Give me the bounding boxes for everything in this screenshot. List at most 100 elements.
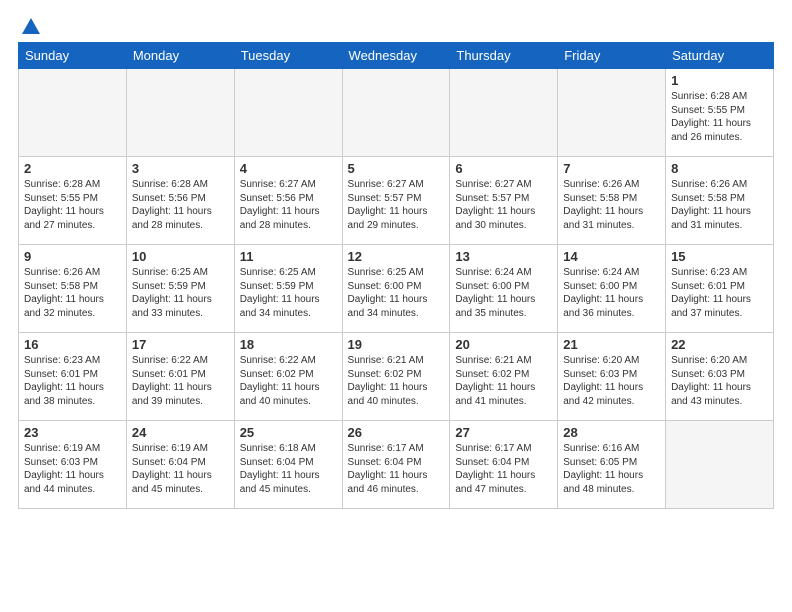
day-number: 14 bbox=[563, 249, 660, 264]
weekday-header-row: SundayMondayTuesdayWednesdayThursdayFrid… bbox=[19, 43, 774, 69]
week-row-0: 1Sunrise: 6:28 AMSunset: 5:55 PMDaylight… bbox=[19, 69, 774, 157]
day-number: 1 bbox=[671, 73, 768, 88]
day-info: Sunrise: 6:17 AMSunset: 6:04 PMDaylight:… bbox=[348, 442, 445, 496]
day-info: Sunrise: 6:25 AMSunset: 6:00 PMDaylight:… bbox=[348, 266, 445, 320]
day-number: 23 bbox=[24, 425, 121, 440]
day-info: Sunrise: 6:26 AMSunset: 5:58 PMDaylight:… bbox=[24, 266, 121, 320]
day-number: 9 bbox=[24, 249, 121, 264]
day-number: 8 bbox=[671, 161, 768, 176]
calendar-cell: 8Sunrise: 6:26 AMSunset: 5:58 PMDaylight… bbox=[666, 157, 774, 245]
calendar-cell: 24 Sunrise: 6:19 AMSunset: 6:04 PMDayligh… bbox=[126, 421, 234, 509]
calendar-cell: 23Sunrise: 6:19 AMSunset: 6:03 PMDayligh… bbox=[19, 421, 127, 509]
calendar-cell bbox=[666, 421, 774, 509]
calendar-cell: 11 Sunrise: 6:25 AMSunset: 5:59 PMDayligh… bbox=[234, 245, 342, 333]
day-info: Sunrise: 6:27 AMSunset: 5:57 PMDaylight:… bbox=[348, 178, 445, 232]
day-number: 28 bbox=[563, 425, 660, 440]
calendar-cell: 7 Sunrise: 6:26 AMSunset: 5:58 PMDaylight… bbox=[558, 157, 666, 245]
day-number: 10 bbox=[132, 249, 229, 264]
day-info: Sunrise: 6:17 AMSunset: 6:04 PMDaylight:… bbox=[455, 442, 552, 496]
day-number: 11 bbox=[240, 249, 337, 264]
calendar-cell: 12 Sunrise: 6:25 AMSunset: 6:00 PMDayligh… bbox=[342, 245, 450, 333]
day-number: 17 bbox=[132, 337, 229, 352]
weekday-header-wednesday: Wednesday bbox=[342, 43, 450, 69]
week-row-2: 9 Sunrise: 6:26 AMSunset: 5:58 PMDaylight… bbox=[19, 245, 774, 333]
week-row-1: 2Sunrise: 6:28 AMSunset: 5:55 PMDaylight… bbox=[19, 157, 774, 245]
calendar-cell: 5 Sunrise: 6:27 AMSunset: 5:57 PMDaylight… bbox=[342, 157, 450, 245]
page: SundayMondayTuesdayWednesdayThursdayFrid… bbox=[0, 0, 792, 612]
day-number: 7 bbox=[563, 161, 660, 176]
day-number: 15 bbox=[671, 249, 768, 264]
day-info: Sunrise: 6:19 AMSunset: 6:04 PMDaylight:… bbox=[132, 442, 229, 496]
day-number: 16 bbox=[24, 337, 121, 352]
calendar-cell: 9 Sunrise: 6:26 AMSunset: 5:58 PMDaylight… bbox=[19, 245, 127, 333]
day-number: 26 bbox=[348, 425, 445, 440]
day-info: Sunrise: 6:24 AMSunset: 6:00 PMDaylight:… bbox=[563, 266, 660, 320]
day-number: 6 bbox=[455, 161, 552, 176]
day-number: 5 bbox=[348, 161, 445, 176]
calendar-cell: 19 Sunrise: 6:21 AMSunset: 6:02 PMDayligh… bbox=[342, 333, 450, 421]
day-info: Sunrise: 6:27 AMSunset: 5:56 PMDaylight:… bbox=[240, 178, 337, 232]
day-number: 21 bbox=[563, 337, 660, 352]
day-info: Sunrise: 6:26 AMSunset: 5:58 PMDaylight:… bbox=[563, 178, 660, 232]
day-info: Sunrise: 6:28 AMSunset: 5:56 PMDaylight:… bbox=[132, 178, 229, 232]
day-number: 27 bbox=[455, 425, 552, 440]
calendar-cell: 28 Sunrise: 6:16 AMSunset: 6:05 PMDayligh… bbox=[558, 421, 666, 509]
calendar-cell: 18Sunrise: 6:22 AMSunset: 6:02 PMDayligh… bbox=[234, 333, 342, 421]
day-number: 24 bbox=[132, 425, 229, 440]
day-number: 20 bbox=[455, 337, 552, 352]
calendar-cell: 4 Sunrise: 6:27 AMSunset: 5:56 PMDaylight… bbox=[234, 157, 342, 245]
weekday-header-monday: Monday bbox=[126, 43, 234, 69]
day-number: 22 bbox=[671, 337, 768, 352]
day-number: 25 bbox=[240, 425, 337, 440]
day-number: 3 bbox=[132, 161, 229, 176]
day-info: Sunrise: 6:21 AMSunset: 6:02 PMDaylight:… bbox=[348, 354, 445, 408]
week-row-3: 16 Sunrise: 6:23 AMSunset: 6:01 PMDayligh… bbox=[19, 333, 774, 421]
calendar-cell bbox=[558, 69, 666, 157]
day-number: 12 bbox=[348, 249, 445, 264]
day-info: Sunrise: 6:28 AMSunset: 5:55 PMDaylight:… bbox=[24, 178, 121, 232]
weekday-header-tuesday: Tuesday bbox=[234, 43, 342, 69]
day-info: Sunrise: 6:22 AMSunset: 6:02 PMDaylight:… bbox=[240, 354, 337, 408]
calendar-cell: 6 Sunrise: 6:27 AMSunset: 5:57 PMDaylight… bbox=[450, 157, 558, 245]
day-info: Sunrise: 6:18 AMSunset: 6:04 PMDaylight:… bbox=[240, 442, 337, 496]
calendar-cell: 27 Sunrise: 6:17 AMSunset: 6:04 PMDayligh… bbox=[450, 421, 558, 509]
logo bbox=[18, 16, 42, 34]
calendar-cell: 14 Sunrise: 6:24 AMSunset: 6:00 PMDayligh… bbox=[558, 245, 666, 333]
day-info: Sunrise: 6:24 AMSunset: 6:00 PMDaylight:… bbox=[455, 266, 552, 320]
weekday-header-sunday: Sunday bbox=[19, 43, 127, 69]
header bbox=[18, 16, 774, 34]
weekday-header-saturday: Saturday bbox=[666, 43, 774, 69]
day-number: 13 bbox=[455, 249, 552, 264]
calendar-cell: 22 Sunrise: 6:20 AMSunset: 6:03 PMDayligh… bbox=[666, 333, 774, 421]
calendar-cell: 3 Sunrise: 6:28 AMSunset: 5:56 PMDaylight… bbox=[126, 157, 234, 245]
calendar-cell: 2Sunrise: 6:28 AMSunset: 5:55 PMDaylight… bbox=[19, 157, 127, 245]
day-info: Sunrise: 6:23 AMSunset: 6:01 PMDaylight:… bbox=[671, 266, 768, 320]
weekday-header-friday: Friday bbox=[558, 43, 666, 69]
calendar-cell: 1Sunrise: 6:28 AMSunset: 5:55 PMDaylight… bbox=[666, 69, 774, 157]
calendar-cell bbox=[234, 69, 342, 157]
week-row-4: 23Sunrise: 6:19 AMSunset: 6:03 PMDayligh… bbox=[19, 421, 774, 509]
day-info: Sunrise: 6:25 AMSunset: 5:59 PMDaylight:… bbox=[240, 266, 337, 320]
day-info: Sunrise: 6:20 AMSunset: 6:03 PMDaylight:… bbox=[563, 354, 660, 408]
calendar-cell bbox=[342, 69, 450, 157]
day-number: 4 bbox=[240, 161, 337, 176]
day-number: 19 bbox=[348, 337, 445, 352]
calendar-cell bbox=[19, 69, 127, 157]
calendar-cell: 21 Sunrise: 6:20 AMSunset: 6:03 PMDayligh… bbox=[558, 333, 666, 421]
logo-icon bbox=[20, 16, 42, 38]
day-info: Sunrise: 6:23 AMSunset: 6:01 PMDaylight:… bbox=[24, 354, 121, 408]
calendar-cell bbox=[126, 69, 234, 157]
calendar-cell: 13 Sunrise: 6:24 AMSunset: 6:00 PMDayligh… bbox=[450, 245, 558, 333]
calendar-cell: 26 Sunrise: 6:17 AMSunset: 6:04 PMDayligh… bbox=[342, 421, 450, 509]
day-info: Sunrise: 6:20 AMSunset: 6:03 PMDaylight:… bbox=[671, 354, 768, 408]
day-info: Sunrise: 6:25 AMSunset: 5:59 PMDaylight:… bbox=[132, 266, 229, 320]
calendar: SundayMondayTuesdayWednesdayThursdayFrid… bbox=[18, 42, 774, 509]
weekday-header-thursday: Thursday bbox=[450, 43, 558, 69]
calendar-cell bbox=[450, 69, 558, 157]
calendar-cell: 20Sunrise: 6:21 AMSunset: 6:02 PMDayligh… bbox=[450, 333, 558, 421]
calendar-cell: 17Sunrise: 6:22 AMSunset: 6:01 PMDayligh… bbox=[126, 333, 234, 421]
day-info: Sunrise: 6:16 AMSunset: 6:05 PMDaylight:… bbox=[563, 442, 660, 496]
calendar-cell: 15 Sunrise: 6:23 AMSunset: 6:01 PMDayligh… bbox=[666, 245, 774, 333]
day-info: Sunrise: 6:27 AMSunset: 5:57 PMDaylight:… bbox=[455, 178, 552, 232]
calendar-cell: 10 Sunrise: 6:25 AMSunset: 5:59 PMDayligh… bbox=[126, 245, 234, 333]
